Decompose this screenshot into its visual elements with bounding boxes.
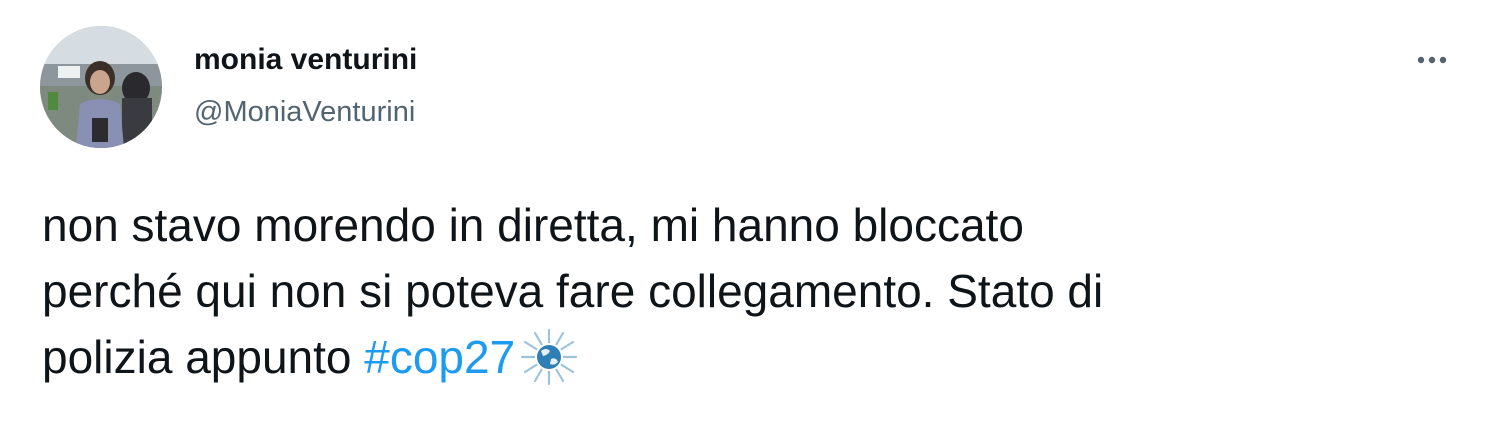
author-handle[interactable]: @MoniaVenturini [194, 92, 415, 132]
more-horizontal-icon [1417, 56, 1447, 64]
user-avatar-photo-icon [40, 26, 162, 148]
tweet-text: non stavo morendo in diretta, mi hanno b… [42, 192, 1442, 390]
avatar[interactable] [40, 26, 162, 148]
tweet-text-line-last: polizia appunto #cop27 [42, 324, 1442, 390]
more-options-button[interactable] [1408, 40, 1456, 80]
cop27-sun-globe-icon[interactable] [519, 327, 579, 387]
tweet-text-line: perché qui non si poteva fare collegamen… [42, 265, 1104, 317]
tweet-text-segment: polizia appunto [42, 331, 365, 383]
hashtag-link[interactable]: #cop27 [364, 331, 515, 383]
tweet-card: monia venturini @MoniaVenturini non stav… [0, 0, 1488, 422]
tweet-text-line: non stavo morendo in diretta, mi hanno b… [42, 199, 1024, 251]
author-display-name[interactable]: monia venturini [194, 40, 417, 80]
